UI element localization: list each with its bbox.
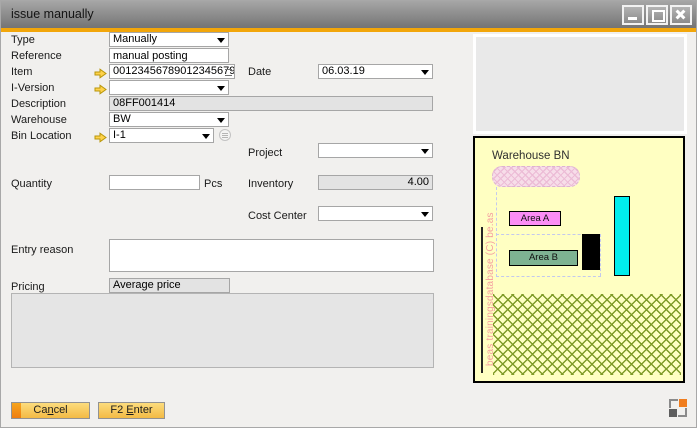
quantity-input[interactable] [109,175,200,190]
cost-center-dropdown[interactable] [318,206,433,221]
f2-enter-button[interactable]: F2 Enter [98,402,165,419]
warehouse-label: Warehouse [11,114,67,126]
bin-location-label: Bin Location [11,130,72,142]
item-value: 001234567890123456790 [113,65,235,77]
chevron-down-icon[interactable] [202,134,210,139]
date-dropdown[interactable]: 06.03.19 [318,64,433,79]
pricing-field: Average price [109,278,230,293]
resize-form-icon[interactable] [669,399,687,417]
equals-icon[interactable] [225,69,232,76]
cancel-label: Ca [33,404,47,416]
bin-location-link-arrow-icon[interactable] [94,130,107,141]
item-link-arrow-icon[interactable] [94,66,107,77]
item-input[interactable]: 001234567890123456790 [109,64,235,79]
chevron-down-icon[interactable] [217,86,225,91]
description-field: 08FF001414 [109,96,433,111]
item-label: Item [11,66,32,78]
cost-center-label: Cost Center [248,210,307,222]
inventory-field: 4.00 [318,175,433,190]
quantity-unit-label: Pcs [204,178,222,190]
cancel-button[interactable]: Cancel [11,402,90,419]
description-label: Description [11,98,66,110]
dialog-issue-manually: issue manually Type Reference Item I-Ver… [0,0,697,428]
watermark-text: beas trainingsdatabase (C) be.as [485,221,496,366]
route-dashed-line [600,234,601,276]
black-rack-shape [582,234,600,270]
close-button[interactable] [670,5,692,25]
quantity-label: Quantity [11,178,52,190]
entry-reason-textarea[interactable] [109,239,434,272]
pink-zone-shape [492,166,580,187]
i-version-link-arrow-icon[interactable] [94,82,107,93]
bin-location-value: I-1 [113,129,126,141]
chevron-down-icon[interactable] [421,70,429,75]
accent-stripe [1,28,696,32]
preview-placeholder-panel [473,34,687,134]
inventory-label: Inventory [248,178,293,190]
minimize-button[interactable] [622,5,644,25]
maximize-icon [652,10,665,22]
minimize-icon [628,17,637,20]
pricing-label: Pricing [11,281,45,293]
chevron-down-icon[interactable] [217,118,225,123]
date-value: 06.03.19 [322,65,365,77]
project-label: Project [248,147,282,159]
bin-location-dropdown[interactable]: I-1 [109,128,214,143]
maximize-button[interactable] [646,5,668,25]
cyan-rack-shape [614,196,630,276]
area-a-box: Area A [509,211,561,226]
type-dropdown[interactable]: Manually [109,32,229,47]
project-dropdown[interactable] [318,143,433,158]
warehouse-value: BW [113,113,131,125]
route-dashed-line [496,276,601,277]
warehouse-dropdown[interactable]: BW [109,112,229,127]
type-value: Manually [113,33,157,45]
window-title: issue manually [11,7,94,21]
warehouse-map-title: Warehouse BN [492,150,570,162]
bin-location-options-icon[interactable] [219,129,231,141]
hatched-storage-zone [493,294,681,375]
reference-input[interactable] [109,48,229,63]
entry-reason-label: Entry reason [11,244,73,256]
date-label: Date [248,66,271,78]
f2-enter-label: F2 [110,404,126,416]
chevron-down-icon[interactable] [421,212,429,217]
chevron-down-icon[interactable] [217,38,225,43]
route-dashed-line [496,187,497,277]
reference-label: Reference [11,50,62,62]
details-panel [11,293,434,368]
warehouse-map-panel: Warehouse BN Area A Area B beas training… [473,136,685,383]
i-version-dropdown[interactable] [109,80,229,95]
chevron-down-icon[interactable] [421,149,429,154]
area-b-box: Area B [509,250,578,266]
wall-line [481,227,483,373]
title-bar[interactable]: issue manually [1,1,696,28]
type-label: Type [11,34,35,46]
i-version-label: I-Version [11,82,54,94]
default-button-accent [12,403,21,418]
